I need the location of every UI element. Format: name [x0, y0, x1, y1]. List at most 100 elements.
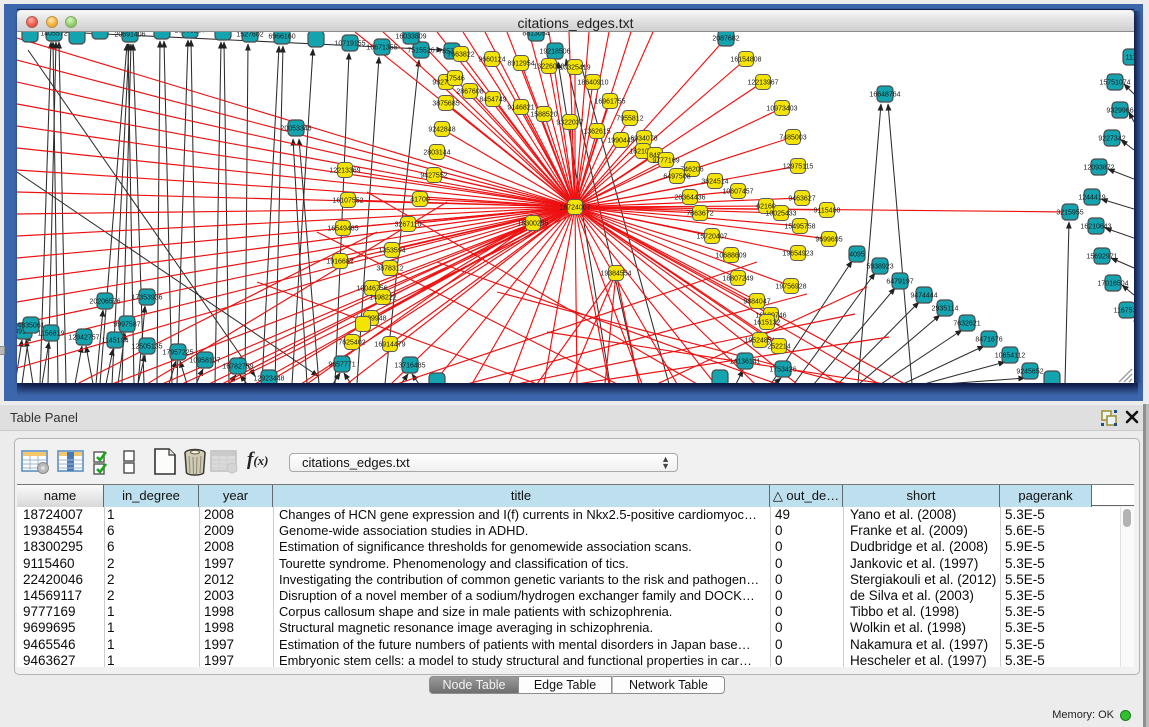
svg-text:15751074: 15751074	[1099, 80, 1130, 87]
svg-text:16782759: 16782759	[222, 364, 253, 371]
svg-text:2803144: 2803144	[423, 150, 450, 157]
svg-text:1498222: 1498222	[369, 295, 396, 302]
svg-text:18724007: 18724007	[559, 205, 590, 212]
svg-text:9997587: 9997587	[113, 322, 140, 329]
svg-text:6934078: 6934078	[630, 136, 657, 143]
svg-text:12213369: 12213369	[329, 168, 360, 175]
svg-text:10958107: 10958107	[189, 358, 220, 365]
svg-text:9115460: 9115460	[814, 208, 841, 215]
svg-text:9657771: 9657771	[328, 362, 355, 369]
svg-text:6497508: 6497508	[663, 174, 690, 181]
svg-text:1353594: 1353594	[378, 248, 405, 255]
svg-text:9322037: 9322037	[556, 120, 583, 127]
svg-text:1588520: 1588520	[530, 112, 557, 119]
svg-text:1615132: 1615132	[753, 320, 780, 327]
svg-text:12923448: 12923448	[253, 376, 284, 383]
svg-text:9777169: 9777169	[652, 158, 679, 165]
svg-text:16914479: 16914479	[374, 342, 405, 349]
svg-text:9884047: 9884047	[743, 299, 770, 306]
svg-text:9463627: 9463627	[788, 196, 815, 203]
svg-text:13716485: 13716485	[394, 363, 425, 370]
svg-text:16107552: 16107552	[332, 198, 363, 205]
svg-text:8912954: 8912954	[507, 61, 534, 68]
svg-text:9660124: 9660124	[478, 57, 505, 64]
svg-text:10607457: 10607457	[722, 189, 753, 196]
svg-text:6479197: 6479197	[886, 279, 913, 286]
svg-text:17546: 17546	[445, 76, 465, 83]
svg-text:3215955: 3215955	[1056, 210, 1083, 217]
svg-text:19654923: 19654923	[782, 251, 813, 258]
svg-text:19384554: 19384554	[600, 271, 631, 278]
svg-text:16154808: 16154808	[730, 57, 761, 64]
svg-text:3875685: 3875685	[432, 101, 459, 108]
svg-text:3878312: 3878312	[376, 266, 403, 273]
svg-text:9242848: 9242848	[428, 127, 455, 134]
svg-text:41700: 41700	[410, 197, 430, 204]
svg-text:14136141: 14136141	[729, 359, 760, 366]
svg-text:17016504: 17016504	[1097, 281, 1128, 288]
svg-text:111: 111	[1126, 55, 1134, 62]
svg-text:1156819: 1156819	[38, 331, 65, 338]
svg-text:7625402: 7625402	[338, 340, 365, 347]
svg-text:20206576: 20206576	[89, 299, 120, 306]
svg-text:4835061: 4835061	[17, 323, 44, 330]
svg-text:18807249: 18807249	[722, 276, 753, 283]
svg-text:8813054: 8813054	[522, 32, 549, 38]
svg-text:1145194: 1145194	[102, 338, 129, 345]
svg-text:13325419: 13325419	[559, 65, 590, 72]
svg-text:1362615: 1362615	[583, 129, 610, 136]
svg-text:5938923: 5938923	[866, 264, 893, 271]
svg-text:2935114: 2935114	[932, 306, 959, 313]
svg-text:6966160: 6966160	[268, 34, 295, 41]
svg-text:3624514: 3624514	[701, 179, 728, 186]
svg-text:16210643: 16210643	[1080, 224, 1111, 231]
svg-text:19218506: 19218506	[539, 49, 570, 56]
svg-text:10025433: 10025433	[765, 211, 796, 218]
svg-text:10719155: 10719155	[334, 41, 365, 48]
svg-text:3267110: 3267110	[395, 222, 422, 229]
svg-text:1916682: 1916682	[326, 259, 353, 266]
svg-text:12093872: 12093872	[1083, 165, 1114, 172]
svg-text:9699695: 9699695	[815, 237, 842, 244]
svg-text:9227342: 9227342	[1098, 136, 1125, 143]
svg-text:19756928: 19756928	[775, 284, 806, 291]
svg-text:16033809: 16033809	[395, 34, 426, 41]
svg-text:9427552: 9427552	[420, 173, 447, 180]
svg-text:2867608: 2867608	[456, 89, 483, 96]
svg-text:7863672: 7863672	[686, 211, 713, 218]
svg-text:7632621: 7632621	[953, 321, 980, 328]
svg-text:17957225: 17957225	[162, 350, 193, 357]
svg-text:12213967: 12213967	[747, 80, 778, 87]
svg-text:10853267: 10853267	[174, 32, 205, 35]
svg-text:9474444: 9474444	[910, 293, 937, 300]
svg-text:12942757: 12942757	[68, 335, 99, 342]
svg-text:15495758: 15495758	[784, 224, 815, 231]
svg-text:18300295: 18300295	[517, 221, 548, 228]
svg-text:12505135: 12505135	[131, 344, 162, 351]
svg-text:1753426: 1753426	[769, 367, 796, 374]
svg-text:252214: 252214	[767, 344, 790, 351]
svg-text:16648764: 16648764	[869, 92, 900, 99]
svg-text:15692971: 15692971	[1086, 254, 1117, 261]
svg-text:7955812: 7955812	[616, 116, 643, 123]
svg-text:15720407: 15720407	[696, 234, 727, 241]
svg-text:4095: 4095	[849, 252, 865, 259]
svg-text:12975115: 12975115	[783, 164, 814, 171]
svg-text:17353936: 17353936	[131, 295, 162, 302]
svg-text:10654112: 10654112	[995, 353, 1026, 360]
svg-text:16549485: 16549485	[327, 226, 358, 233]
svg-text:1405572: 1405572	[40, 32, 67, 38]
svg-text:1244419: 1244419	[1078, 195, 1105, 202]
svg-text:7515526: 7515526	[407, 48, 434, 55]
svg-text:20691406: 20691406	[114, 32, 145, 39]
svg-text:7663822: 7663822	[447, 52, 474, 59]
svg-text:16961755: 16961755	[594, 99, 625, 106]
svg-text:7485003: 7485003	[779, 135, 806, 142]
svg-text:1527602: 1527602	[236, 32, 263, 39]
svg-text:20053346: 20053346	[280, 126, 311, 133]
svg-text:2087682: 2087682	[712, 36, 739, 43]
svg-text:1167533: 1167533	[1114, 308, 1134, 315]
svg-text:10671355: 10671355	[366, 45, 397, 52]
svg-text:10688609: 10688609	[715, 253, 746, 260]
svg-text:10973403: 10973403	[766, 106, 797, 113]
